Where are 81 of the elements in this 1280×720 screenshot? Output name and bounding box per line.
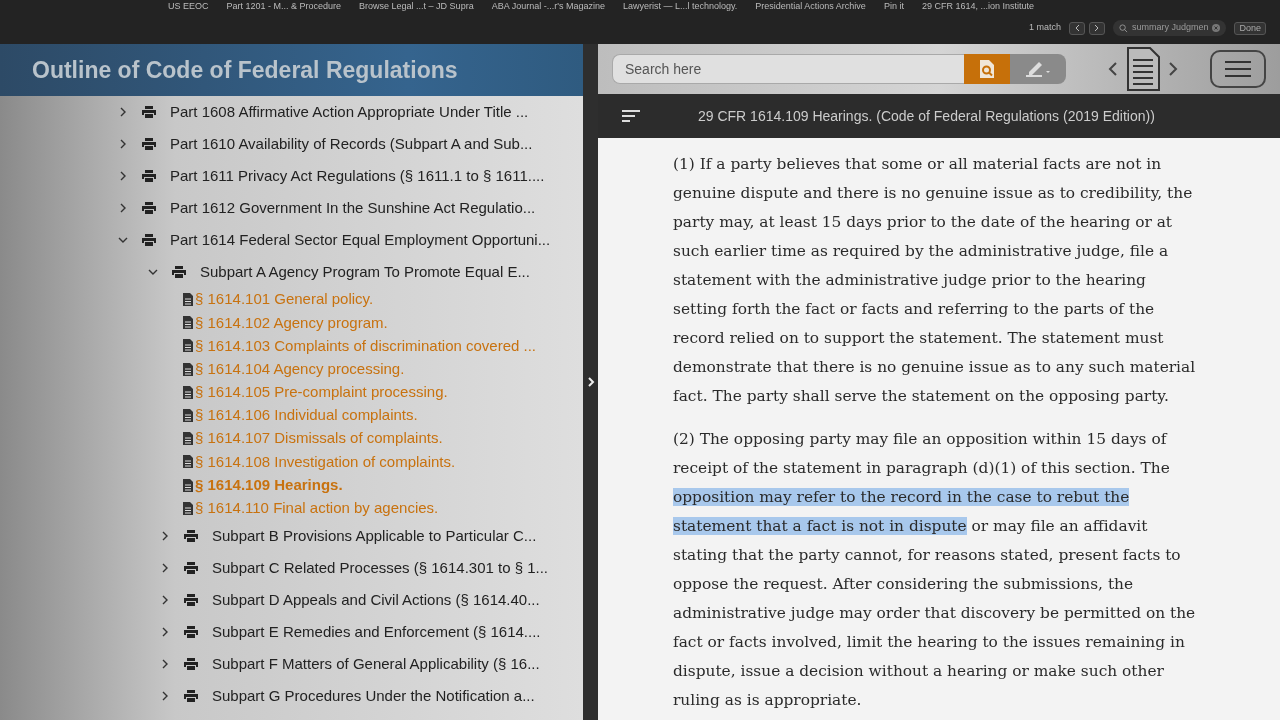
menu-icon	[1224, 60, 1252, 78]
printer-icon[interactable]	[172, 266, 186, 278]
printer-icon[interactable]	[184, 561, 198, 574]
printer-icon[interactable]	[142, 106, 156, 118]
document-icon	[183, 478, 193, 492]
document-icon	[183, 339, 193, 353]
outline-item[interactable]: Subpart B Provisions Applicable to Particular C...	[212, 524, 537, 548]
bookmark-link[interactable]: Pin it	[883, 0, 904, 12]
clear-icon[interactable]	[1212, 24, 1221, 32]
menu-button[interactable]	[1210, 50, 1266, 88]
printer-icon[interactable]	[142, 170, 156, 182]
printer-icon[interactable]	[184, 689, 198, 702]
outline-item[interactable]: Part 1610 Availability of Records (Subpart A and Sub...	[170, 132, 533, 156]
bookmark-link[interactable]: 29 CFR 1614, ...ion Institute	[921, 0, 1034, 12]
search-field[interactable]: Search here	[612, 54, 964, 84]
bookmark-link[interactable]: Lawyerist — L...l technology.	[622, 0, 738, 12]
printer-icon[interactable]	[142, 202, 156, 214]
pen-icon	[1023, 60, 1053, 78]
caret-icon[interactable]	[118, 203, 128, 213]
search-icon	[1118, 23, 1128, 33]
outline-item[interactable]: Subpart F Matters of General Applicability (§ 16...	[212, 652, 540, 676]
caret-icon[interactable]	[118, 171, 128, 181]
caret-icon[interactable]	[160, 626, 170, 637]
printer-icon[interactable]	[142, 234, 156, 246]
document-icon	[183, 432, 193, 446]
outline-item[interactable]: Subpart D Appeals and Civil Actions (§ 1614.40...	[212, 588, 540, 612]
document-icon	[183, 501, 193, 515]
bookmark-link[interactable]: US EEOC	[168, 0, 209, 12]
outline-item[interactable]: Subpart A Agency Program To Promote Equal E...	[200, 260, 530, 284]
caret-icon[interactable]	[160, 658, 170, 669]
paragraph: (2) The opposing party may file an opposition within 15 days of receipt of the statement in paragraph (d)(1) of this section. The opposition may refer to the record in the case to rebut the statement that a fact is not in dispute or may file an affidavit stating that the party cannot, for reasons stated, present facts to oppose the request. After considering the submissions, the administrative judge may order that discovery be permitted on the fact or facts involved, limit the hearing to the issues remaining in dispute, issue a decision without a hearing or make such other ruling as is appropriate.	[673, 429, 1196, 711]
document-icon	[183, 316, 193, 330]
outline-item[interactable]: Part 1611 Privacy Act Regulations (§ 1611.1 to § 1611....	[170, 164, 545, 188]
caret-icon[interactable]	[148, 268, 158, 276]
outline-item[interactable]: Part 1614 Federal Sector Equal Employment Opportuni...	[170, 228, 551, 252]
printer-icon[interactable]	[142, 138, 156, 150]
match-count: 1 match	[1028, 21, 1061, 35]
next-page-button[interactable]	[1168, 61, 1178, 77]
caret-icon[interactable]	[160, 594, 170, 605]
document-icon	[183, 409, 193, 423]
bookmark-link[interactable]: Browse Legal ...t – JD Supra	[359, 0, 474, 12]
previous-page-button[interactable]	[1108, 61, 1118, 77]
caret-icon[interactable]	[160, 562, 170, 573]
bookmark-link[interactable]: Presidential Actions Archive	[755, 0, 866, 12]
done-button[interactable]: Done	[1234, 21, 1266, 35]
paragraph: (1) If a party believes that some or all material facts are not in genuine dispute and there is no genuine issue as to credibility, the party may, at least 15 days prior to the date of the hearing or at such earlier time as required by the administrative judge, file a statement with the administrative judge prior to the hearing setting forth the fact or facts and referring to the parts of the record relied on to support the statement. The statement must demonstrate that there is no genuine issue as to any such material fact. The party shall serve the statement on the opposing party.	[673, 154, 1196, 407]
printer-icon[interactable]	[184, 529, 198, 542]
search-button[interactable]	[964, 54, 1010, 84]
caret-icon[interactable]	[160, 690, 170, 701]
document-icon	[183, 455, 193, 469]
chevron-left-icon	[1073, 24, 1080, 33]
sidebar-title: Outline of Code of Federal Regulations	[0, 44, 583, 96]
outline-item[interactable]: Subpart C Related Processes (§ 1614.301 to § 1...	[212, 556, 549, 580]
printer-icon[interactable]	[184, 593, 198, 606]
document-icon[interactable]	[1126, 47, 1160, 91]
document-icon	[183, 362, 193, 376]
document-icon	[183, 293, 193, 307]
printer-icon[interactable]	[184, 657, 198, 670]
outline-item[interactable]: Subpart G Procedures Under the Notification a...	[212, 684, 535, 708]
outline-item[interactable]: Part 1608 Affirmative Action Appropriate Under Title ...	[170, 100, 529, 124]
document-search-icon	[978, 59, 996, 79]
caret-icon[interactable]	[118, 107, 128, 117]
next-match-button[interactable]	[1088, 21, 1105, 35]
chevron-right-icon	[1168, 61, 1178, 77]
find-field[interactable]: summary Judgmen	[1112, 20, 1227, 36]
printer-icon[interactable]	[184, 625, 198, 638]
document-icon	[183, 385, 193, 399]
pen-dropdown-button[interactable]	[1010, 54, 1066, 84]
bookmark-link[interactable]: ABA Journal -...r's Magazine	[491, 0, 605, 12]
document-title: 29 CFR 1614.109 Hearings. (Code of Federal Regulations (2019 Edition))	[698, 106, 1155, 126]
bookmark-link[interactable]: Part 1201 - M... & Procedure	[226, 0, 342, 12]
chevron-right-icon	[1093, 24, 1100, 33]
outline-item[interactable]: Part 1612 Government In the Sunshine Act Regulatio...	[170, 196, 536, 220]
expand-chevron-icon[interactable]	[586, 376, 595, 388]
caret-icon[interactable]	[118, 236, 128, 244]
chevron-left-icon	[1108, 61, 1118, 77]
caret-icon[interactable]	[118, 139, 128, 149]
previous-match-button[interactable]	[1068, 21, 1085, 35]
caret-icon[interactable]	[160, 530, 170, 541]
sort-lines-icon[interactable]	[622, 109, 640, 123]
outline-item[interactable]: Subpart E Remedies and Enforcement (§ 1614....	[212, 620, 541, 644]
